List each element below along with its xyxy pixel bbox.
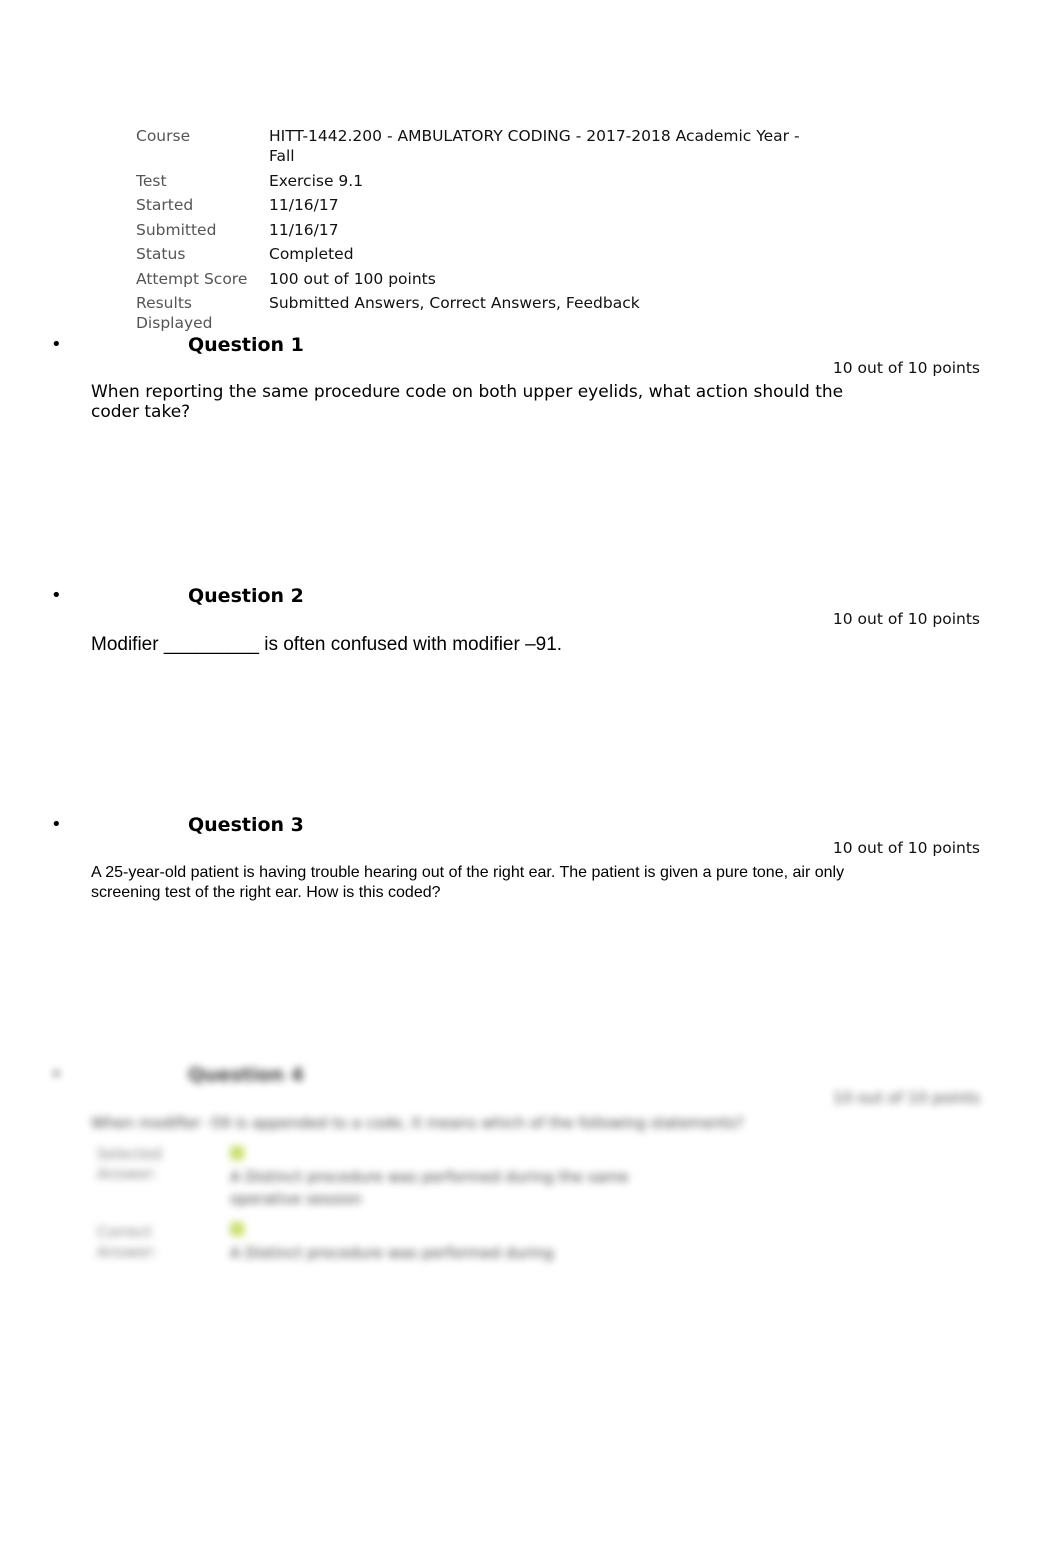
question-text: A 25-year-old patient is having trouble … <box>91 864 845 901</box>
bullet: • <box>51 585 62 606</box>
summary-label: Submitted <box>136 220 217 239</box>
question-points: 10 out of 10 points <box>832 610 980 628</box>
summary-row-score: Attempt Score 100 out of 100 points <box>136 269 816 289</box>
summary-value: 11/16/17 <box>269 220 339 239</box>
answer-label: Correct Answer: <box>97 1223 158 1261</box>
summary-value: 100 out of 100 points <box>269 269 436 288</box>
summary-label: Course <box>136 127 191 145</box>
summary-row-submitted: Submitted 11/16/17 <box>136 220 816 240</box>
summary-row-results: Results Displayed Submitted Answers, Cor… <box>136 293 816 333</box>
summary-value: Exercise 9.1 <box>269 171 364 190</box>
summary-row-course: Course HITT-1442.200 - AMBULATORY CODING… <box>136 126 816 166</box>
summary-value: Submitted Answers, Correct Answers, Feed… <box>269 294 640 312</box>
question-points: 10 out of 10 points <box>832 1089 980 1107</box>
answer-label: Selected Answer: <box>97 1145 163 1183</box>
question-points: 10 out of 10 points <box>832 839 980 857</box>
bullet: • <box>51 1064 62 1085</box>
answer-value: A Distinct procedure was performed durin… <box>230 1220 630 1264</box>
summary-label: Results Displayed <box>136 294 213 332</box>
check-icon <box>230 1146 244 1160</box>
summary-label: Status <box>136 245 186 263</box>
question-title: Question 4 <box>188 1064 304 1086</box>
summary-value: Completed <box>269 245 354 263</box>
question-title: Question 1 <box>188 334 304 356</box>
summary-row-status: Status Completed <box>136 244 816 264</box>
question-text: When modifier -59 is appended to a code,… <box>91 1114 744 1132</box>
answer-value: A Distinct procedure was performed durin… <box>230 1144 630 1210</box>
check-icon <box>230 1222 244 1236</box>
question-text: When reporting the same procedure code o… <box>91 382 844 422</box>
summary-value: 11/16/17 <box>269 196 339 214</box>
question-points: 10 out of 10 points <box>832 359 980 377</box>
question-title: Question 2 <box>188 585 304 607</box>
test-summary: Course HITT-1442.200 - AMBULATORY CODING… <box>136 126 816 338</box>
answer-text: A Distinct procedure was performed durin… <box>230 1168 629 1208</box>
summary-label: Attempt Score <box>136 269 248 288</box>
summary-row-started: Started 11/16/17 <box>136 195 816 215</box>
bullet: • <box>51 334 62 355</box>
summary-label: Test <box>136 171 167 190</box>
question-title: Question 3 <box>188 814 304 836</box>
summary-value: HITT-1442.200 - AMBULATORY CODING - 2017… <box>269 127 800 165</box>
summary-label: Started <box>136 196 194 214</box>
bullet: • <box>51 814 62 835</box>
answer-text: A Distinct procedure was performed durin… <box>230 1244 554 1262</box>
summary-row-test: Test Exercise 9.1 <box>136 171 816 191</box>
question-text: Modifier _________ is often confused wit… <box>91 634 563 655</box>
